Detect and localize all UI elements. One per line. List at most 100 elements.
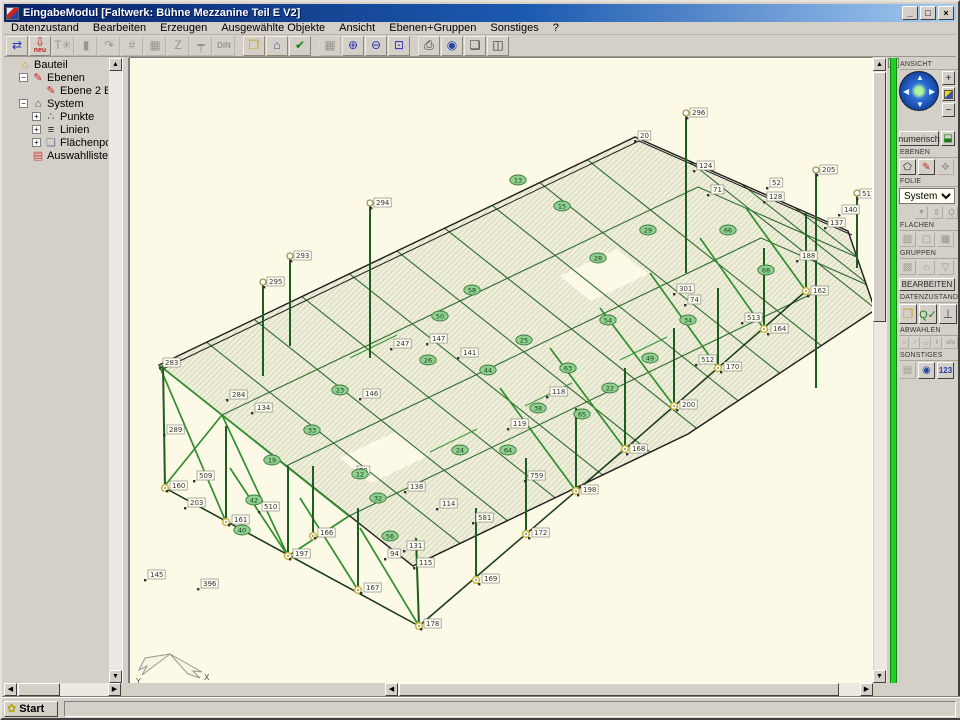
tree-item-linien[interactable]: +≡Linien bbox=[4, 123, 108, 136]
panel-splitter[interactable] bbox=[122, 58, 129, 696]
menu-ebenen-gruppen[interactable]: Ebenen+Gruppen bbox=[382, 22, 483, 35]
folie-search-button[interactable]: Q bbox=[945, 206, 958, 219]
tree-scroll-right[interactable]: ▶ bbox=[108, 683, 121, 696]
sonstiges-renumber-button[interactable]: 123 bbox=[937, 362, 954, 379]
expand-icon[interactable]: + bbox=[32, 138, 41, 147]
gruppen-hatch-button[interactable]: ▨ bbox=[899, 260, 916, 275]
abwahl-mode3-button[interactable]: ‖ bbox=[932, 337, 942, 349]
raster-2-button[interactable]: ▦ bbox=[319, 36, 341, 56]
zoom-minus-button[interactable]: − bbox=[942, 103, 955, 117]
zoom-plus-button[interactable]: + bbox=[942, 71, 955, 85]
save-view-button[interactable]: ⬓ bbox=[941, 131, 955, 146]
tree-hthumb[interactable] bbox=[18, 683, 60, 696]
din-button[interactable]: DIN bbox=[213, 36, 235, 56]
z-profil-button[interactable]: Z bbox=[167, 36, 189, 56]
start-button[interactable]: ✿ Start bbox=[4, 701, 58, 717]
bauwerk-button[interactable]: ⌂ bbox=[266, 36, 288, 56]
numerisch-button[interactable]: numerisch bbox=[899, 131, 939, 146]
tree-item-fl-chenpositionen[interactable]: +❏Flächenpositionen bbox=[4, 136, 108, 149]
expand-icon[interactable]: + bbox=[32, 125, 41, 134]
menu-ansicht[interactable]: Ansicht bbox=[332, 22, 382, 35]
ansicht-button[interactable]: ◉ bbox=[441, 36, 463, 56]
beenden-button[interactable]: ◫ bbox=[487, 36, 509, 56]
zoom-out-button[interactable]: ⊖ bbox=[365, 36, 387, 56]
gruppen-filter-button[interactable]: ▽ bbox=[937, 260, 954, 275]
folie-dropdown-button[interactable]: ▼ bbox=[915, 206, 928, 219]
collapse-icon[interactable]: − bbox=[19, 73, 28, 82]
flaechen-hatch1-button[interactable]: ▨ bbox=[899, 232, 916, 247]
sonstiges-eye-button[interactable]: ◉ bbox=[918, 362, 935, 379]
minimize-button[interactable]: _ bbox=[902, 6, 918, 20]
drucken-button[interactable]: ⎙ bbox=[418, 36, 440, 56]
view-rotate-ball[interactable]: ▲ ▼ ◀ ▶ bbox=[899, 71, 939, 111]
daten-folder-button[interactable]: ❒ bbox=[899, 304, 917, 324]
ordner-button[interactable]: ❒ bbox=[243, 36, 265, 56]
abwahl-mode2-button[interactable]: ▭ bbox=[921, 337, 931, 349]
menu-?[interactable]: ? bbox=[546, 22, 566, 35]
menu-ausgew-hlte-objekte[interactable]: Ausgewählte Objekte bbox=[214, 22, 332, 35]
tabelle-button[interactable]: ▦ bbox=[144, 36, 166, 56]
svg-text:759: 759 bbox=[530, 472, 543, 480]
close-button[interactable]: × bbox=[938, 6, 954, 20]
tree-item-ebenen[interactable]: −✎Ebenen bbox=[4, 71, 108, 84]
menu-bearbeiten[interactable]: Bearbeiten bbox=[86, 22, 153, 35]
tree-scroll-down[interactable]: ▼ bbox=[109, 670, 122, 683]
tree-item-system[interactable]: −⌂System bbox=[4, 97, 108, 110]
datenzustand-wechseln-button[interactable]: ⇄ bbox=[6, 36, 28, 56]
menu-erzeugen[interactable]: Erzeugen bbox=[153, 22, 214, 35]
abwahl-mode0-button[interactable]: ○ bbox=[899, 337, 909, 349]
model-canvas[interactable]: 2962942952932055172012471521281371402832… bbox=[129, 57, 873, 687]
tree-vscrollbar[interactable]: ▲ ▼ bbox=[109, 58, 122, 683]
folie-select[interactable]: System bbox=[899, 188, 955, 204]
zoom-fenster-button[interactable]: ⊡ bbox=[388, 36, 410, 56]
rotate-right-icon[interactable]: ▶ bbox=[929, 88, 935, 96]
tree-scroll-left[interactable]: ◀ bbox=[4, 683, 17, 696]
rueckgaengig-button[interactable]: ↷ bbox=[98, 36, 120, 56]
bearbeiten-button[interactable]: BEARBEITEN bbox=[899, 278, 955, 291]
rotate-down-icon[interactable]: ▼ bbox=[916, 101, 924, 109]
zoom-in-button[interactable]: ⊕ bbox=[342, 36, 364, 56]
sonstiges-doc-button[interactable]: ▤ bbox=[899, 362, 916, 379]
canvas-hthumb[interactable] bbox=[399, 683, 839, 696]
maximize-button[interactable]: □ bbox=[920, 6, 936, 20]
neu-button[interactable]: ⇩neu bbox=[29, 36, 51, 56]
menu-datenzustand[interactable]: Datenzustand bbox=[4, 22, 86, 35]
canvas-hscrollbar[interactable]: ◀ ▶ bbox=[385, 683, 873, 696]
folie-spinner[interactable]: ⇕ bbox=[930, 206, 943, 219]
expand-icon[interactable]: + bbox=[32, 112, 41, 121]
canvas-vscrollbar[interactable]: ▲ ▼ bbox=[874, 58, 887, 683]
loeschen-button[interactable]: ▮ bbox=[75, 36, 97, 56]
abwahl-mode1-button[interactable]: ∕ bbox=[910, 337, 920, 349]
canvas-scroll-down[interactable]: ▼ bbox=[873, 670, 886, 683]
flaechen-hatch3-button[interactable]: ▩ bbox=[937, 232, 954, 247]
daten-stamp-button[interactable]: ⊥ bbox=[939, 304, 957, 324]
rotate-left-icon[interactable]: ◀ bbox=[903, 88, 909, 96]
gruppen-house-button[interactable]: ⌂ bbox=[918, 260, 935, 275]
ebene-move-button[interactable]: ✥ bbox=[937, 159, 954, 175]
canvas-vthumb[interactable] bbox=[873, 72, 886, 322]
shade-toggle-button[interactable] bbox=[942, 87, 955, 101]
canvas-scroll-up[interactable]: ▲ bbox=[873, 58, 886, 71]
tree-item-punkte[interactable]: +∴Punkte bbox=[4, 110, 108, 123]
flaechen-hatch2-button[interactable]: ▢ bbox=[918, 232, 935, 247]
tree-item-ebene-2-b-hne[interactable]: ✎Ebene 2 Bühne bbox=[4, 84, 108, 97]
rotate-up-icon[interactable]: ▲ bbox=[916, 74, 924, 82]
canvas-scroll-right[interactable]: ▶ bbox=[860, 683, 873, 696]
menu-sonstiges[interactable]: Sonstiges bbox=[483, 22, 545, 35]
title-bar[interactable]: EingabeModul [Faltwerk: Bühne Mezzanine … bbox=[4, 4, 956, 22]
canvas-scroll-left[interactable]: ◀ bbox=[385, 683, 398, 696]
tree-hscrollbar[interactable]: ◀ ▶ bbox=[4, 683, 121, 696]
daten-check-button[interactable]: Q✓ bbox=[919, 304, 937, 324]
tree-item-bauteil[interactable]: ⌂Bauteil bbox=[4, 58, 108, 71]
raster-button[interactable]: # bbox=[121, 36, 143, 56]
collapse-icon[interactable]: − bbox=[19, 99, 28, 108]
tree-scroll-up[interactable]: ▲ bbox=[109, 58, 122, 71]
ebene-edit-button[interactable]: ✎ bbox=[918, 159, 935, 175]
ebene-polygon-button[interactable]: ⬠ bbox=[899, 159, 916, 175]
abwahl-alle-button[interactable]: alle bbox=[943, 337, 958, 349]
tree-item-auswahllisten[interactable]: ▤Auswahllisten bbox=[4, 149, 108, 162]
punkt-werkzeug-button[interactable]: T✳ bbox=[52, 36, 74, 56]
t-profil-button[interactable]: ┯ bbox=[190, 36, 212, 56]
fenster-button[interactable]: ❏ bbox=[464, 36, 486, 56]
pruefen-button[interactable]: ✔ bbox=[289, 36, 311, 56]
